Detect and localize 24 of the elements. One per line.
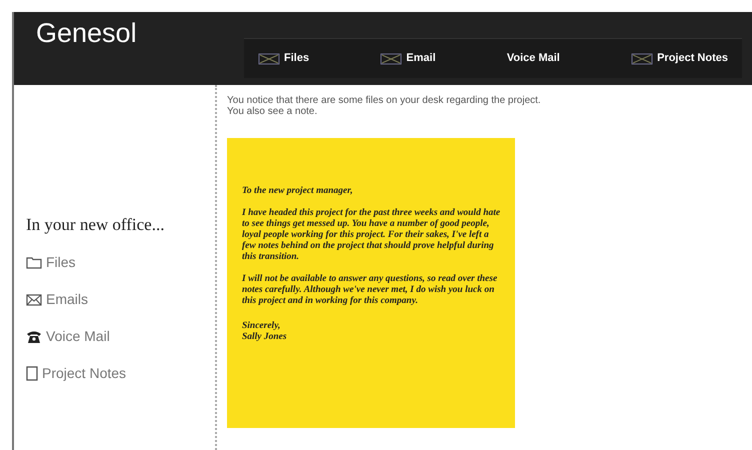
image-placeholder-icon [258,52,280,64]
note-signature: Sincerely, [242,321,282,332]
sidebar-link[interactable]: Emails [26,288,215,310]
sidebar-link[interactable]: Files [26,252,215,274]
sidebar-link[interactable]: Voice Mail [26,326,215,348]
note-paragraph: I will not be available to answer any questions, so read over these notes carefully. Although we've never met, I do wish you luck on this project and in working for this company. [242,274,498,307]
folder-icon [26,256,42,269]
image-placeholder-icon [380,52,402,64]
sidebar-heading: In your new office... [26,214,166,236]
page-icon [26,366,38,381]
nav-link[interactable]: Voice Mail [506,50,560,67]
image-placeholder-icon [631,52,654,64]
sidebar-link[interactable]: Project Notes [26,362,215,384]
telephone-icon [26,330,42,344]
note-signature: Sally Jones [242,332,288,343]
note-paragraph: I have headed this project for the past three weeks and would hate to see things get messed up. You have a number of good people, loyal people working for this project. For their sakes, I've left a few notes behind on the project that should prove helpful during this transition. [242,208,502,263]
envelope-icon [26,294,42,306]
nav-link[interactable]: Email [380,50,436,67]
note-paragraph: To the new project manager, [242,186,354,197]
nav-link[interactable]: Project Notes [631,50,728,67]
intro-text: You notice that there are some files on your desk regarding the project. [227,95,542,106]
nav-link[interactable]: Files [258,50,310,67]
intro-text: You also see a note. [227,106,318,117]
site-logo: Genesol [36,20,137,47]
